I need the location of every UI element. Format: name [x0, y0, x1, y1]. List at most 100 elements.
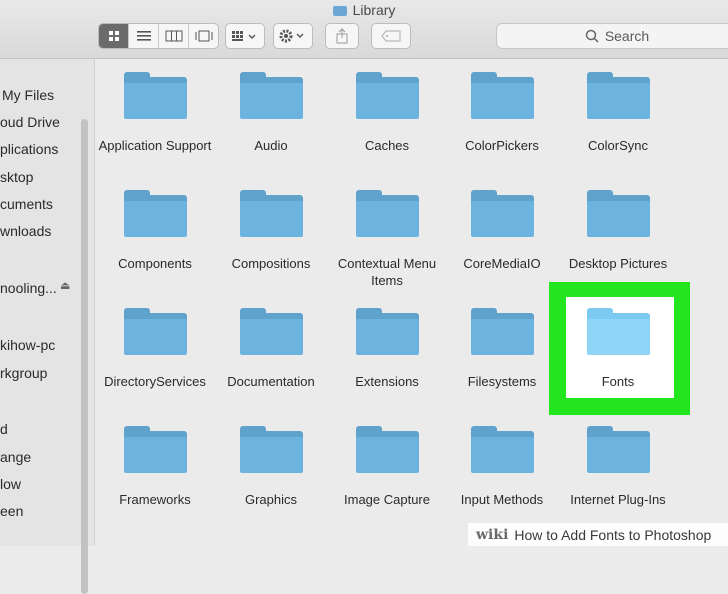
sidebar-item-workgroup[interactable]: rkgroup [0, 365, 47, 381]
folder-label: Input Methods [460, 492, 544, 507]
folder-icon [586, 190, 650, 237]
sidebar-item-applications[interactable]: plications [0, 141, 58, 157]
folder-item[interactable]: Internet Plug-Ins [560, 426, 676, 508]
folder-label: Fonts [601, 374, 635, 389]
sidebar-item-tag-red[interactable]: d [0, 421, 8, 437]
finder-toolbar: Library Search [0, 0, 728, 59]
tags-button[interactable] [371, 23, 411, 49]
folder-icon [123, 72, 187, 119]
folder-icon [355, 426, 419, 473]
folder-label: Graphics [244, 492, 298, 507]
folder-label: DirectoryServices [104, 374, 206, 389]
folder-label: Application Support [98, 138, 212, 153]
folder-item[interactable]: Fonts [560, 308, 676, 390]
window-title-text: Library [352, 2, 396, 18]
folder-item[interactable]: Components [97, 190, 213, 272]
arrange-grid-icon [232, 31, 256, 41]
sidebar-scrollbar[interactable] [81, 119, 88, 594]
folder-item[interactable]: Documentation [213, 308, 329, 390]
sidebar: My Files oud Drive plications sktop cume… [0, 59, 95, 594]
folder-icon [355, 72, 419, 119]
sidebar-item-tag-yellow[interactable]: low [0, 476, 21, 492]
folder-icon [355, 308, 419, 355]
folder-label: Documentation [227, 374, 315, 389]
folder-item[interactable]: Contextual Menu Items [329, 190, 445, 289]
folder-label: Caches [364, 138, 410, 153]
folder-icon [239, 308, 303, 355]
folder-icon [123, 308, 187, 355]
folder-item[interactable]: Application Support [97, 72, 213, 154]
folder-icon [239, 72, 303, 119]
eject-icon[interactable]: ⏏ [60, 279, 70, 292]
sidebar-item-desktop[interactable]: sktop [0, 169, 33, 185]
folder-item[interactable]: DirectoryServices [97, 308, 213, 390]
folder-icon [239, 426, 303, 473]
folder-item[interactable]: CoreMediaIO [444, 190, 560, 272]
search-placeholder: Search [604, 28, 650, 44]
gear-icon [279, 29, 304, 43]
sidebar-device-label: nooling... [0, 280, 57, 296]
folder-item[interactable]: Caches [329, 72, 445, 154]
folder-label: Extensions [355, 374, 419, 389]
folder-label: Components [118, 256, 192, 271]
folder-label: Contextual Menu Items [337, 256, 437, 288]
folder-label: Audio [254, 138, 288, 153]
folder-icon [470, 190, 534, 237]
watermark-text: How to Add Fonts to Photoshop [514, 526, 712, 543]
folder-label: ColorSync [588, 138, 648, 153]
share-button[interactable] [325, 23, 359, 49]
folder-item[interactable]: Desktop Pictures [560, 190, 676, 272]
folder-label: Internet Plug-Ins [570, 492, 666, 507]
sidebar-item-network-pc[interactable]: kihow-pc [0, 337, 55, 353]
folder-item[interactable]: ColorPickers [444, 72, 560, 154]
folder-icon [123, 190, 187, 237]
wikihow-watermark: wiki How to Add Fonts to Photoshop [468, 523, 728, 546]
arrange-button[interactable] [225, 23, 265, 49]
folder-label: Desktop Pictures [568, 256, 668, 271]
sidebar-item-my-files[interactable]: My Files [2, 87, 54, 103]
folder-icon [470, 426, 534, 473]
folder-label: Compositions [231, 256, 311, 271]
folder-label: ColorPickers [465, 138, 539, 153]
action-gear-button[interactable] [273, 23, 313, 49]
folder-label: Filesystems [467, 374, 537, 389]
gallery-view-icon[interactable] [189, 24, 218, 48]
folder-icon [586, 72, 650, 119]
tag-icon [381, 30, 401, 42]
view-switcher [98, 23, 219, 49]
folder-item[interactable]: Filesystems [444, 308, 560, 390]
sidebar-item-downloads[interactable]: wnloads [0, 223, 51, 239]
list-view-icon[interactable] [129, 24, 159, 48]
folder-item[interactable]: Input Methods [444, 426, 560, 508]
folder-item[interactable]: Graphics [213, 426, 329, 508]
folder-icon [470, 72, 534, 119]
folder-label: CoreMediaIO [463, 256, 541, 271]
folder-item[interactable]: Extensions [329, 308, 445, 390]
folder-item[interactable]: Image Capture [329, 426, 445, 508]
folder-icon [355, 190, 419, 237]
sidebar-item-icloud-drive[interactable]: oud Drive [0, 114, 60, 130]
folder-item[interactable]: Audio [213, 72, 329, 154]
sidebar-item-tag-orange[interactable]: ange [0, 449, 31, 465]
search-field[interactable]: Search [496, 23, 728, 49]
sidebar-item-tag-green[interactable]: een [0, 503, 23, 519]
folder-label: Frameworks [119, 492, 191, 507]
share-icon [336, 28, 348, 44]
window-title: Library [0, 2, 728, 18]
folder-item[interactable]: ColorSync [560, 72, 676, 154]
sidebar-item-documents[interactable]: cuments [0, 196, 53, 212]
folder-title-icon [332, 6, 347, 16]
sidebar-item-device[interactable]: nooling... ⏏ [0, 280, 70, 296]
folder-icon [586, 308, 650, 355]
search-icon [585, 29, 599, 43]
folder-icon [123, 426, 187, 473]
icon-view-icon[interactable] [99, 24, 129, 48]
folder-icon [586, 426, 650, 473]
folder-item[interactable]: Frameworks [97, 426, 213, 508]
folder-icon [239, 190, 303, 237]
wikihow-logo: wiki [476, 526, 509, 543]
column-view-icon[interactable] [159, 24, 189, 48]
folder-label: Image Capture [344, 492, 430, 507]
folder-item[interactable]: Compositions [213, 190, 329, 272]
folder-icon [470, 308, 534, 355]
